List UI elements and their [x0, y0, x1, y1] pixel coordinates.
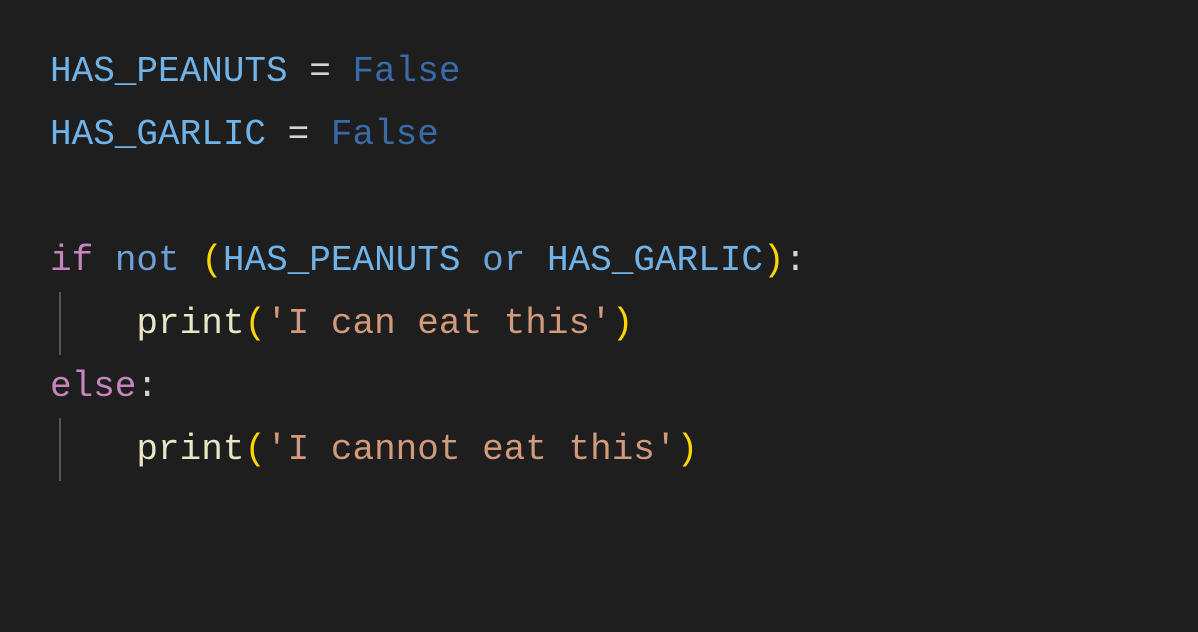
- operator: =: [288, 51, 353, 92]
- variable: HAS_GARLIC: [547, 240, 763, 281]
- function-call: print: [136, 429, 244, 470]
- space: [461, 240, 483, 281]
- colon: :: [136, 366, 158, 407]
- space: [180, 240, 202, 281]
- code-line-1: HAS_PEANUTS = False: [50, 40, 1148, 103]
- paren-open: (: [244, 429, 266, 470]
- code-line-2: HAS_GARLIC = False: [50, 103, 1148, 166]
- keyword-or: or: [482, 240, 525, 281]
- blank-line: [50, 166, 1148, 229]
- boolean-literal: False: [352, 51, 460, 92]
- keyword-else: else: [50, 366, 136, 407]
- code-line-5: print('I can eat this'): [50, 292, 1148, 355]
- paren-close: ): [677, 429, 699, 470]
- space: [525, 240, 547, 281]
- operator: =: [266, 114, 331, 155]
- keyword-not: not: [115, 240, 180, 281]
- variable: HAS_PEANUTS: [50, 51, 288, 92]
- keyword-if: if: [50, 240, 93, 281]
- code-block: HAS_PEANUTS = False HAS_GARLIC = False i…: [50, 40, 1148, 481]
- code-line-7: print('I cannot eat this'): [50, 418, 1148, 481]
- string-literal: 'I can eat this': [266, 303, 612, 344]
- string-literal: 'I cannot eat this': [266, 429, 676, 470]
- function-call: print: [136, 303, 244, 344]
- paren-close: ): [612, 303, 634, 344]
- paren-open: (: [201, 240, 223, 281]
- variable: HAS_GARLIC: [50, 114, 266, 155]
- code-line-4: if not (HAS_PEANUTS or HAS_GARLIC):: [50, 229, 1148, 292]
- code-line-6: else:: [50, 355, 1148, 418]
- space: [93, 240, 115, 281]
- variable: HAS_PEANUTS: [223, 240, 461, 281]
- indent-guide: [59, 418, 61, 481]
- paren-open: (: [244, 303, 266, 344]
- paren-close: ): [763, 240, 785, 281]
- colon: :: [785, 240, 807, 281]
- boolean-literal: False: [331, 114, 439, 155]
- indent-guide: [59, 292, 61, 355]
